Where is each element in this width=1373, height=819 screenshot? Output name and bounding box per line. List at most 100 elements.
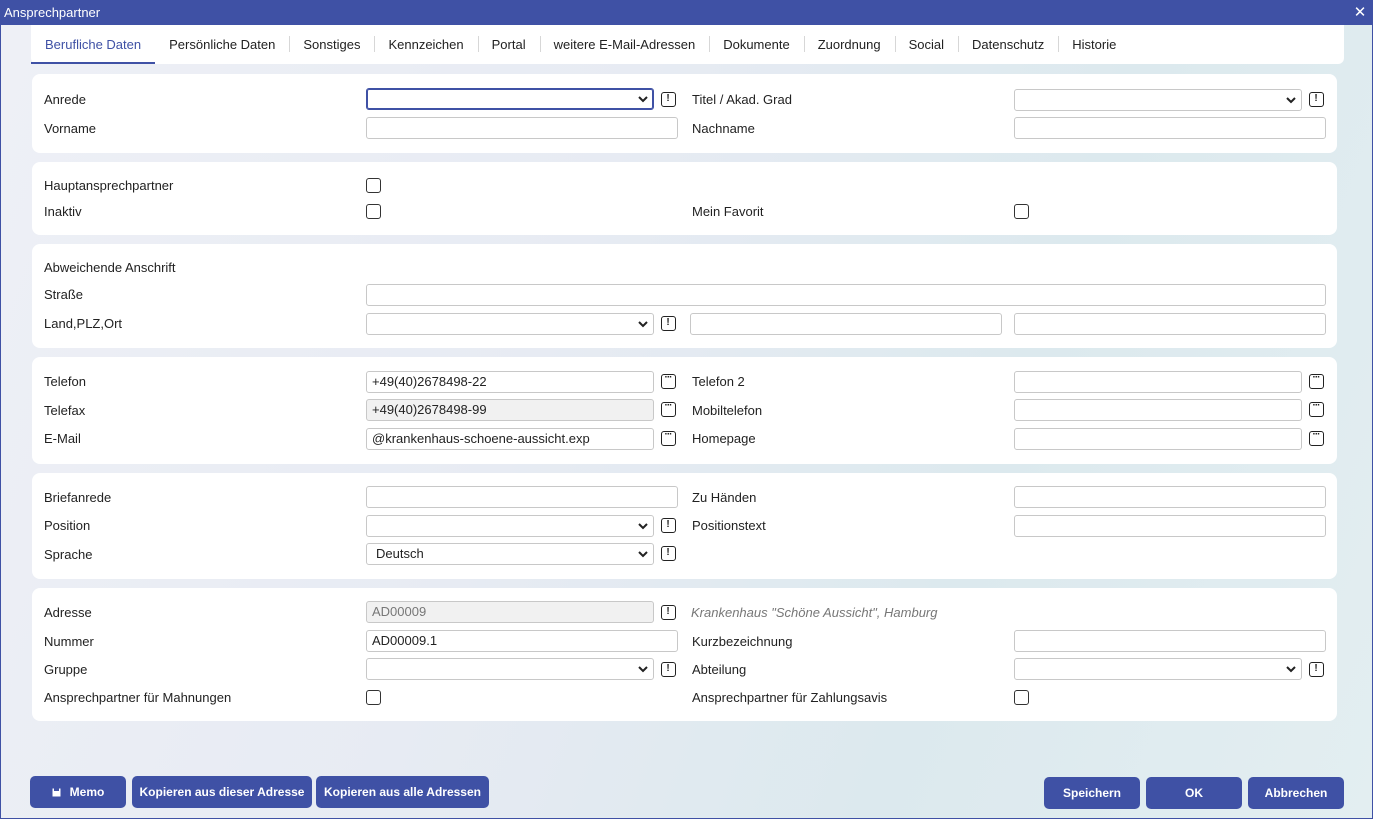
dots-icon: ···	[664, 372, 673, 383]
panel-name: Anrede ! Titel / Akad. Grad ! Vorname Na…	[32, 74, 1337, 153]
abbrechen-button[interactable]: Abbrechen	[1248, 777, 1344, 809]
abteilung-info-button[interactable]: !	[1309, 662, 1324, 677]
zu-haenden-label: Zu Händen	[692, 490, 757, 505]
nachname-label: Nachname	[692, 121, 755, 136]
adresse-label: Adresse	[44, 605, 92, 620]
dots-icon: ···	[1312, 400, 1321, 411]
email-more-button[interactable]: ···	[661, 429, 676, 446]
title-bar: Ansprechpartner ✕	[1, 1, 1372, 25]
abteilung-label: Abteilung	[692, 662, 747, 677]
mobiltelefon-label: Mobiltelefon	[692, 403, 763, 418]
chevron-down-icon	[637, 516, 649, 536]
tab-sonstiges[interactable]: Sonstiges	[289, 25, 374, 64]
tab-portal[interactable]: Portal	[477, 25, 540, 64]
land-select[interactable]	[366, 313, 654, 335]
nachname-input[interactable]	[1014, 117, 1326, 139]
adresse-name-text: Krankenhaus "Schöne Aussicht", Hamburg	[691, 605, 938, 620]
tab-datenschutz[interactable]: Datenschutz	[958, 25, 1058, 64]
mobiltelefon-input[interactable]	[1014, 399, 1302, 421]
anschrift-heading: Abweichende Anschrift	[44, 260, 176, 275]
tab-persoenliche-daten[interactable]: Persönliche Daten	[155, 25, 289, 64]
telefax-more-button[interactable]: ···	[661, 400, 676, 417]
dots-icon: ···	[664, 429, 673, 440]
email-input[interactable]: @krankenhaus-schoene-aussicht.exp	[366, 428, 654, 450]
gruppe-select[interactable]	[366, 658, 654, 680]
tab-dokumente[interactable]: Dokumente	[709, 25, 803, 64]
position-select[interactable]	[366, 515, 654, 537]
inaktiv-checkbox[interactable]	[366, 204, 381, 219]
exclamation-icon: !	[666, 663, 670, 674]
homepage-label: Homepage	[692, 431, 756, 446]
titel-info-button[interactable]: !	[1309, 92, 1324, 107]
memo-icon	[52, 777, 61, 797]
chevron-down-icon	[637, 89, 649, 109]
gruppe-label: Gruppe	[44, 662, 88, 677]
nummer-input[interactable]: AD00009.1	[366, 630, 678, 652]
kurzbezeichnung-input[interactable]	[1014, 630, 1326, 652]
titel-label: Titel / Akad. Grad	[692, 92, 792, 107]
land-info-button[interactable]: !	[661, 316, 676, 331]
kopieren-aus-dieser-adresse-button[interactable]: Kopieren aus dieser Adresse	[132, 776, 312, 808]
positionstext-input[interactable]	[1014, 515, 1326, 537]
anrede-info-button[interactable]: !	[661, 92, 676, 107]
titel-select[interactable]	[1014, 89, 1302, 111]
speichern-button[interactable]: Speichern	[1044, 777, 1140, 809]
sprache-label: Sprache	[44, 547, 93, 562]
homepage-input[interactable]	[1014, 428, 1302, 450]
sprache-select[interactable]: Deutsch	[366, 543, 654, 565]
exclamation-icon: !	[666, 317, 670, 328]
mahnungen-label: Ansprechpartner für Mahnungen	[44, 690, 232, 705]
tab-zuordnung[interactable]: Zuordnung	[803, 25, 895, 64]
zu-haenden-input[interactable]	[1014, 486, 1326, 508]
mobiltelefon-more-button[interactable]: ···	[1309, 400, 1324, 417]
position-label: Position	[44, 518, 91, 533]
telefon-label: Telefon	[44, 374, 86, 389]
telefon2-more-button[interactable]: ···	[1309, 372, 1324, 389]
sprache-info-button[interactable]: !	[661, 546, 676, 561]
dots-icon: ···	[664, 400, 673, 411]
telefax-input[interactable]: +49(40)2678498-99	[366, 399, 654, 421]
mein-favorit-label: Mein Favorit	[692, 204, 764, 219]
kurzbezeichnung-label: Kurzbezeichnung	[692, 634, 793, 649]
hauptansprechpartner-checkbox[interactable]	[366, 178, 381, 193]
exclamation-icon: !	[666, 547, 670, 558]
abteilung-select[interactable]	[1014, 658, 1302, 680]
ort-input[interactable]	[1014, 313, 1326, 335]
telefon-input[interactable]: +49(40)2678498-22	[366, 371, 654, 393]
telefon2-input[interactable]	[1014, 371, 1302, 393]
telefon-more-button[interactable]: ···	[661, 372, 676, 389]
strasse-input[interactable]	[366, 284, 1326, 306]
kopieren-aus-alle-adressen-button[interactable]: Kopieren aus alle Adressen	[316, 776, 489, 808]
tab-weitere-email-adressen[interactable]: weitere E-Mail-Adressen	[539, 25, 710, 64]
briefanrede-label: Briefanrede	[44, 490, 112, 505]
exclamation-icon: !	[666, 519, 670, 530]
tab-historie[interactable]: Historie	[1058, 25, 1130, 64]
chevron-down-icon	[1285, 90, 1297, 110]
tab-kennzeichen[interactable]: Kennzeichen	[374, 25, 477, 64]
adresse-info-button[interactable]: !	[661, 605, 676, 620]
anrede-select[interactable]	[366, 88, 654, 110]
ok-button[interactable]: OK	[1146, 777, 1242, 809]
position-info-button[interactable]: !	[661, 518, 676, 533]
telefax-label: Telefax	[44, 403, 86, 418]
briefanrede-input[interactable]	[366, 486, 678, 508]
vorname-input[interactable]	[366, 117, 678, 139]
panel-brief: Briefanrede Zu Händen Position ! Positio…	[32, 473, 1337, 579]
window-title: Ansprechpartner	[4, 5, 101, 20]
tab-social[interactable]: Social	[894, 25, 958, 64]
close-icon[interactable]: ✕	[1352, 1, 1368, 25]
memo-button[interactable]: Memo	[30, 776, 126, 808]
mahnungen-checkbox[interactable]	[366, 690, 381, 705]
plz-input[interactable]	[690, 313, 1002, 335]
zahlungsavis-checkbox[interactable]	[1014, 690, 1029, 705]
mein-favorit-checkbox[interactable]	[1014, 204, 1029, 219]
tab-berufliche-daten[interactable]: Berufliche Daten	[31, 25, 156, 64]
dots-icon: ···	[1312, 372, 1321, 383]
sprache-value: Deutsch	[376, 546, 424, 561]
adresse-input[interactable]: AD00009	[366, 601, 654, 623]
panel-kontakt: Telefon +49(40)2678498-22 ··· Telefon 2 …	[32, 357, 1337, 464]
homepage-more-button[interactable]: ···	[1309, 429, 1324, 446]
panel-anschrift: Abweichende Anschrift Straße Land,PLZ,Or…	[32, 244, 1337, 348]
gruppe-info-button[interactable]: !	[661, 662, 676, 677]
dialog-window: Ansprechpartner ✕ Berufliche Daten Persö…	[0, 0, 1373, 819]
